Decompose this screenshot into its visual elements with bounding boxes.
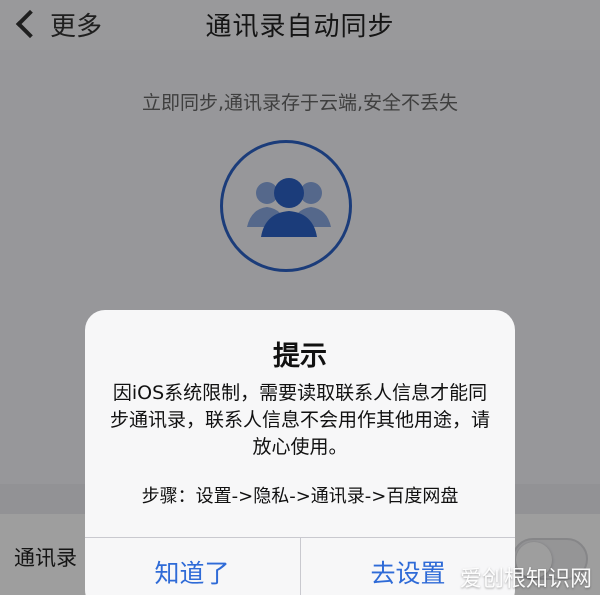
dialog-message: 因iOS系统限制，需要读取联系人信息才能同步通讯录，联系人信息不会用作其他用途，…: [109, 382, 490, 458]
dialog-steps: 步骤：设置->隐私->通讯录->百度网盘: [141, 486, 459, 507]
contacts-sync-page: 更多 通讯录自动同步 立即同步,通讯录存于云端,安全不丢失 通讯录 提示 因iO…: [0, 0, 600, 595]
watermark-text: 爱创根知识网: [459, 567, 592, 592]
got-it-button[interactable]: 知道了: [85, 538, 299, 595]
permission-dialog: 提示 因iOS系统限制，需要读取联系人信息才能同步通讯录，联系人信息不会用作其他…: [85, 310, 515, 595]
dialog-title: 提示: [273, 341, 327, 372]
